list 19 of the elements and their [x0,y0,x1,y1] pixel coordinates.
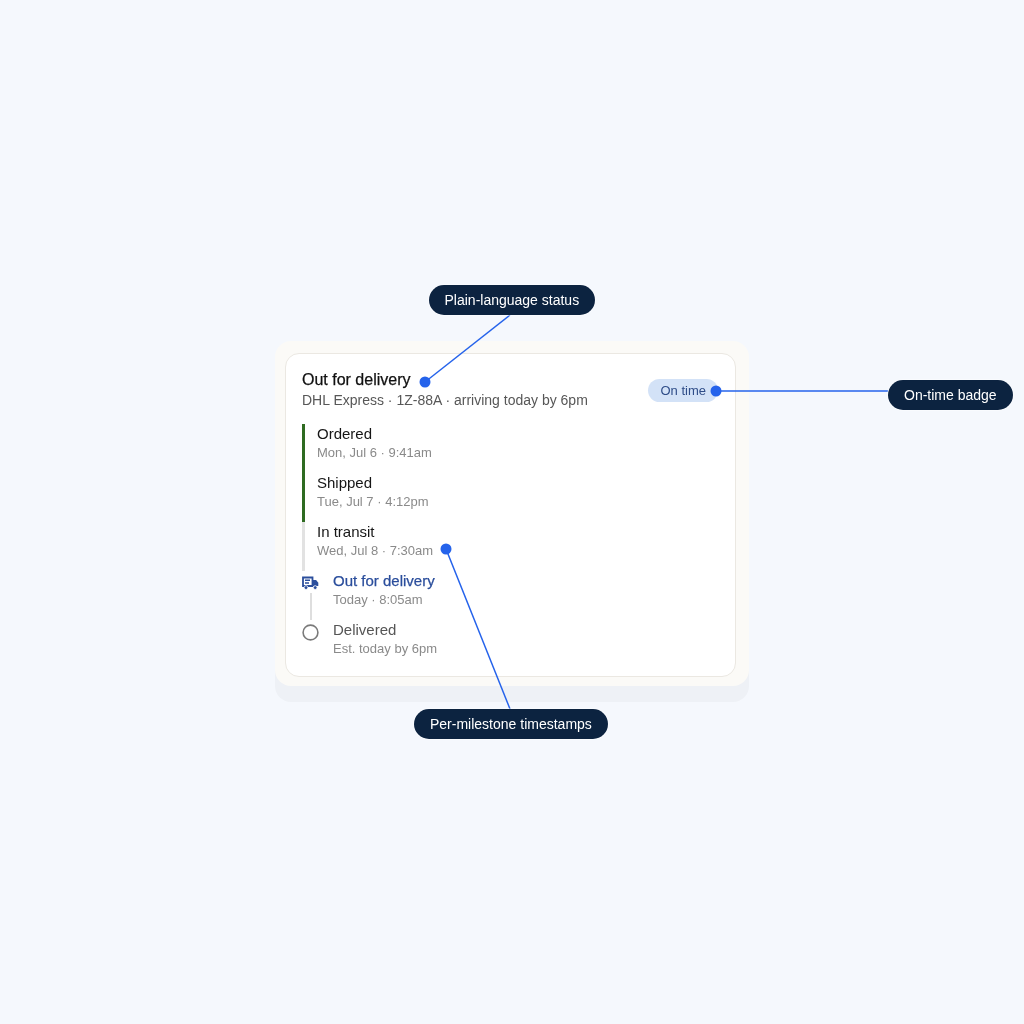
truck-icon [302,576,319,590]
milestone-time: Mon, Jul 6 · 9:41am [317,444,432,462]
callout-label: On-time badge [888,380,1013,410]
callout-label: Plain-language status [428,285,596,315]
milestone-name: Shipped [317,473,374,493]
callout-label: Per-milestone timestamps [414,709,608,739]
empty-circle-icon [302,624,319,641]
status-badge: On time [648,378,718,402]
shipment-summary: DHL Express · 1Z-88A · arriving today by 6pm [302,391,588,410]
milestone-time: Wed, Jul 8 · 7:30am [317,542,434,560]
milestone-time: Tue, Jul 7 · 4:12pm [317,493,429,511]
milestone-name: Ordered [317,424,374,444]
milestone-name: Out for delivery [333,571,435,591]
milestone-time: Est. today by 6pm [333,640,438,658]
milestone-name: Delivered [333,620,398,640]
milestone-name: In transit [317,522,376,542]
milestone-time: Today · 8:05am [333,591,424,609]
connector-line [309,593,312,620]
status-title: Out for delivery [302,370,412,390]
